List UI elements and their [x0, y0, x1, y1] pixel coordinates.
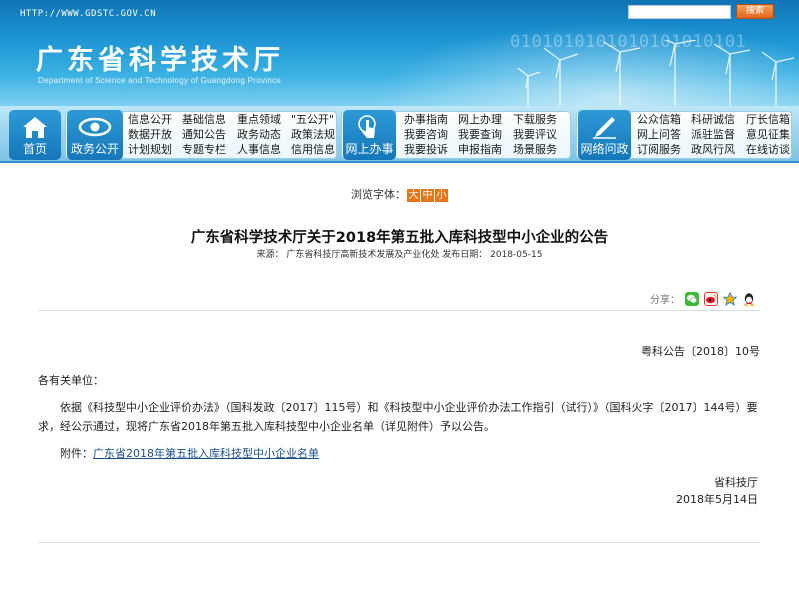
- nav-link[interactable]: 政风行风: [691, 142, 735, 157]
- nav-link[interactable]: 信息公开: [128, 112, 172, 127]
- site-title: 广东省科学技术厅: [36, 45, 284, 76]
- nav-gov-label: 政务公开: [70, 142, 119, 156]
- nav-link[interactable]: 通知公告: [182, 127, 226, 142]
- article-meta: 来源： 广东省科技厅高新技术发展及产业化处 发布日期： 2018-05-15: [256, 250, 543, 260]
- eye-icon: [78, 117, 112, 137]
- search-button[interactable]: 搜索: [736, 4, 774, 19]
- divider: [38, 542, 760, 543]
- nav-link[interactable]: 人事信息: [237, 142, 281, 157]
- nav-link[interactable]: 意见征集: [746, 127, 790, 142]
- nav-link[interactable]: 厅长信箱: [746, 112, 790, 127]
- nav-online-button[interactable]: 网上办事: [343, 110, 396, 160]
- font-size-label: 浏览字体：: [351, 188, 406, 201]
- nav-link[interactable]: 计划规划: [128, 142, 172, 157]
- attachment: 附件：广东省2018年第五批入库科技型中小企业名单: [60, 445, 319, 461]
- font-size-large-button[interactable]: 大: [407, 189, 420, 202]
- nav-link[interactable]: 基础信息: [182, 112, 226, 127]
- attachment-link[interactable]: 广东省2018年第五批入库科技型中小企业名单: [93, 447, 319, 460]
- nav-link[interactable]: 信用信息: [291, 142, 335, 157]
- site-url: HTTP://WWW.GDSTC.GOV.CN: [20, 9, 157, 19]
- font-size-switcher: 浏览字体：大中小: [0, 186, 799, 202]
- nav-link[interactable]: 派驻监督: [691, 127, 735, 142]
- document-number: 粤科公告〔2018〕10号: [641, 345, 760, 358]
- nav-link[interactable]: 科研诚信: [691, 112, 735, 127]
- share-bar: 分享：: [650, 291, 756, 306]
- nav-link[interactable]: 我要查询: [458, 127, 502, 142]
- wind-turbine-decoration: [517, 40, 795, 106]
- nav-link[interactable]: 申报指南: [458, 142, 502, 157]
- share-label: 分享：: [650, 295, 680, 306]
- nav-link[interactable]: 专题专栏: [182, 142, 226, 157]
- nav-home-label: 首页: [22, 142, 47, 156]
- home-icon: [23, 117, 47, 138]
- article-title: 广东省科学技术厅关于2018年第五批入库科技型中小企业的公告: [190, 230, 609, 246]
- article-body: 依据《科技型中小企业评价办法》（国科发政〔2017〕115号）和《科技型中小企业…: [38, 401, 758, 433]
- nav-link[interactable]: 我要咨询: [404, 127, 448, 142]
- font-size-medium-button[interactable]: 中: [421, 189, 434, 202]
- font-size-small-button[interactable]: 小: [435, 189, 448, 202]
- qzone-icon[interactable]: [722, 291, 738, 306]
- nav-link[interactable]: 场景服务: [513, 142, 557, 157]
- nav-link[interactable]: 重点领域: [237, 112, 281, 127]
- nav-home-button[interactable]: 首页: [9, 110, 61, 160]
- site-header: 0101010101010101010101 HTTP://WWW.GDSTC.…: [0, 0, 799, 106]
- nav-online-label: 网上办事: [345, 142, 394, 156]
- weibo-icon[interactable]: [704, 291, 718, 306]
- nav-gov-button[interactable]: 政务公开: [67, 110, 123, 160]
- nav-link[interactable]: 下载服务: [513, 112, 557, 127]
- nav-link[interactable]: 我要评议: [513, 127, 557, 142]
- nav-link[interactable]: 公众信箱: [637, 112, 681, 127]
- site-subtitle: Department of Science and Technology of …: [38, 76, 282, 85]
- main-nav: 首页 政务公开 信息公开 数据开放 计划规划 基础信息 通知公告 专题专栏 重点…: [0, 106, 799, 163]
- nav-link[interactable]: 订阅服务: [637, 142, 681, 157]
- nav-link[interactable]: 政务动态: [237, 127, 281, 142]
- nav-link[interactable]: 数据开放: [128, 127, 172, 142]
- nav-link[interactable]: 政策法规: [291, 127, 335, 142]
- nav-link[interactable]: 网上办理: [458, 112, 502, 127]
- nav-link[interactable]: 办事指南: [404, 112, 448, 127]
- nav-link[interactable]: 在线访谈: [746, 142, 790, 157]
- nav-ask-button[interactable]: 网络问政: [578, 110, 631, 160]
- nav-ask-label: 网络问政: [580, 142, 629, 156]
- addressee: 各有关单位：: [38, 374, 104, 387]
- wechat-icon[interactable]: [685, 291, 699, 306]
- attachment-label: 附件：: [60, 447, 93, 460]
- nav-link[interactable]: "五公开": [291, 112, 334, 127]
- divider: [38, 310, 760, 311]
- signer: 省科技厅: [714, 476, 758, 489]
- nav-link[interactable]: 我要投诉: [404, 142, 448, 157]
- qq-icon[interactable]: [742, 291, 756, 306]
- pointer-hand-icon: [358, 115, 376, 138]
- nav-link[interactable]: 网上问答: [637, 127, 681, 142]
- search-input[interactable]: [628, 5, 731, 19]
- sign-date: 2018年5月14日: [676, 493, 758, 506]
- pen-icon: [593, 117, 616, 139]
